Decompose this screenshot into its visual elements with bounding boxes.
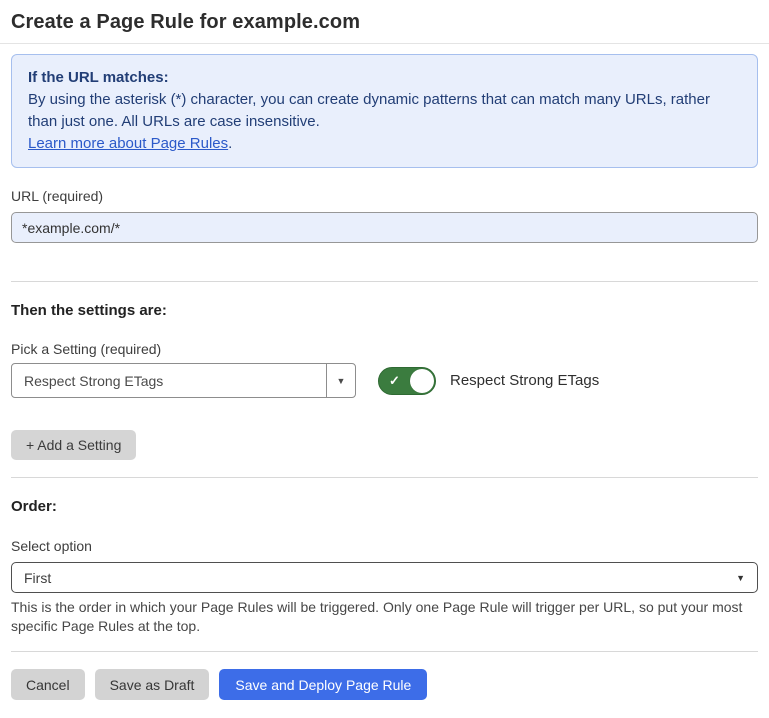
info-box-heading: If the URL matches: (28, 67, 741, 89)
etags-toggle[interactable]: ✓ (378, 367, 436, 395)
setting-row: Respect Strong ETags ▼ ✓ Respect Strong … (11, 363, 758, 398)
add-setting-button[interactable]: + Add a Setting (11, 430, 136, 460)
page-title: Create a Page Rule for example.com (11, 10, 758, 34)
create-page-rule-modal: Create a Page Rule for example.com If th… (0, 0, 769, 716)
order-help-text: This is the order in which your Page Rul… (11, 598, 758, 636)
toggle-label: Respect Strong ETags (450, 372, 599, 389)
select-option-label: Select option (11, 538, 758, 555)
divider (11, 477, 758, 478)
settings-heading: Then the settings are: (11, 302, 758, 320)
order-select[interactable]: First ▼ (11, 562, 758, 593)
divider (0, 43, 769, 44)
setting-select-arrow-button[interactable]: ▼ (326, 364, 355, 397)
info-link-line: Learn more about Page Rules. (28, 133, 741, 155)
divider (11, 281, 758, 282)
link-period: . (228, 135, 232, 152)
setting-select-value: Respect Strong ETags (12, 364, 326, 397)
check-icon: ✓ (389, 374, 400, 387)
pick-setting-label: Pick a Setting (required) (11, 341, 758, 358)
save-as-draft-button[interactable]: Save as Draft (95, 669, 210, 700)
info-box-body: By using the asterisk (*) character, you… (28, 89, 741, 133)
url-input[interactable] (11, 212, 758, 243)
footer-actions: Cancel Save as Draft Save and Deploy Pag… (11, 669, 758, 700)
chevron-down-icon: ▼ (736, 573, 745, 583)
chevron-down-icon: ▼ (337, 376, 346, 386)
divider (11, 651, 758, 652)
url-label: URL (required) (11, 188, 758, 205)
save-and-deploy-button[interactable]: Save and Deploy Page Rule (219, 669, 427, 700)
learn-more-page-rules-link[interactable]: Learn more about Page Rules (28, 135, 228, 152)
url-match-info-box: If the URL matches: By using the asteris… (11, 54, 758, 168)
setting-select[interactable]: Respect Strong ETags ▼ (11, 363, 356, 398)
cancel-button[interactable]: Cancel (11, 669, 85, 700)
order-heading: Order: (11, 498, 758, 516)
order-select-value: First (24, 570, 51, 586)
toggle-knob (410, 369, 434, 393)
